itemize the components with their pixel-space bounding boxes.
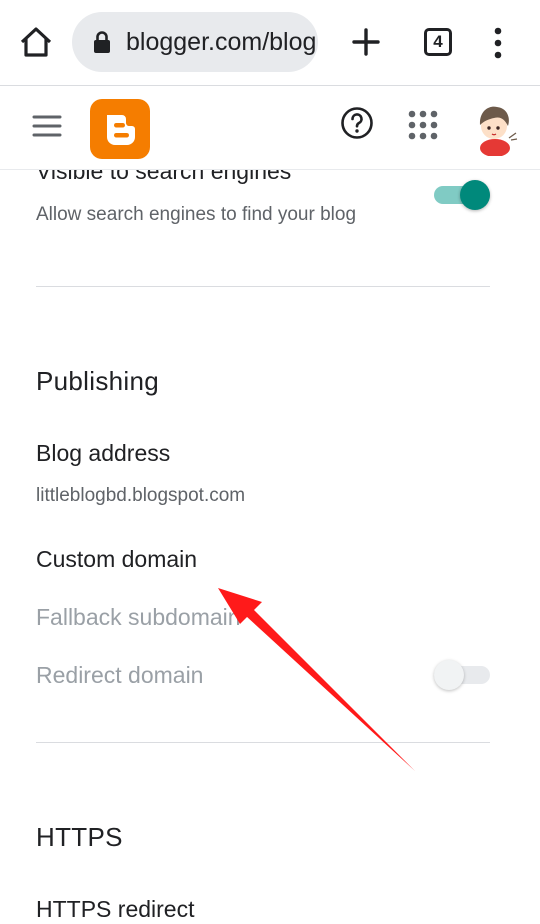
blogger-logo-icon[interactable]	[90, 99, 150, 159]
help-circle-icon[interactable]	[340, 106, 374, 140]
tab-count: 4	[433, 32, 443, 51]
publishing-heading: Publishing	[36, 366, 159, 396]
redirect-domain-toggle	[434, 660, 490, 690]
https-heading: HTTPS	[36, 822, 123, 852]
redirect-domain-title: Redirect domain	[36, 662, 204, 688]
fallback-subdomain-title: Fallback subdomain	[36, 604, 241, 630]
tab-switcher-button[interactable]: 4	[424, 28, 452, 56]
section-divider	[36, 286, 490, 287]
section-divider	[36, 742, 490, 743]
address-bar[interactable]: blogger.com/blog	[72, 12, 318, 72]
search-engines-title[interactable]: Visible to search engines	[36, 170, 291, 185]
apps-grid-icon[interactable]	[408, 110, 438, 140]
home-icon[interactable]	[16, 22, 56, 62]
settings-content: Visible to search engines Allow search e…	[0, 170, 540, 924]
lock-icon	[94, 31, 110, 53]
toggle-thumb	[434, 660, 464, 690]
toggle-thumb	[460, 180, 490, 210]
new-tab-icon[interactable]	[348, 24, 384, 60]
search-engines-toggle[interactable]	[434, 180, 490, 210]
https-redirect-title[interactable]: HTTPS redirect	[36, 896, 194, 923]
browser-toolbar: blogger.com/blog 4	[0, 0, 540, 86]
more-vert-icon[interactable]	[488, 26, 508, 60]
blog-address-title[interactable]: Blog address	[36, 440, 170, 467]
custom-domain-title[interactable]: Custom domain	[36, 546, 197, 573]
menu-icon[interactable]	[32, 114, 62, 138]
user-avatar[interactable]	[470, 100, 520, 156]
search-engines-description: Allow search engines to find your blog	[36, 204, 357, 225]
url-text[interactable]: blogger.com/blog	[126, 28, 316, 57]
app-header	[0, 86, 540, 170]
blog-address-value: littleblogbd.blogspot.com	[36, 485, 246, 506]
